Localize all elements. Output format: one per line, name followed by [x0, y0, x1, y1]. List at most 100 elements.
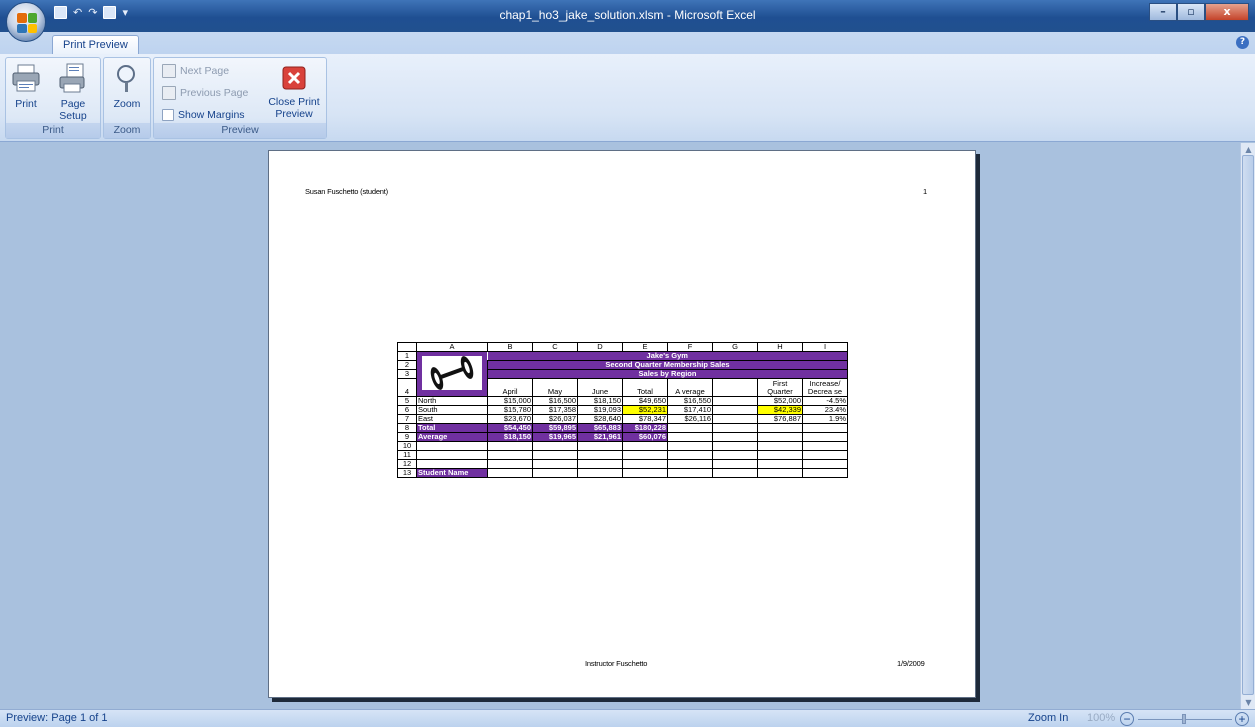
empty-cell [487, 468, 533, 478]
empty-cell [712, 378, 758, 397]
empty-cell [757, 441, 803, 451]
header-cell: First Quarter [757, 378, 803, 397]
close-print-preview-button[interactable]: Close Print Preview [264, 66, 324, 120]
average-cell: $19,965 [532, 432, 578, 442]
empty-cell [712, 468, 758, 478]
zoom-in-icon[interactable]: + [1235, 712, 1249, 726]
zoom-out-icon[interactable]: − [1120, 712, 1134, 726]
close-preview-label-line1: Close Print [268, 96, 320, 108]
page-setup-button[interactable]: Page Setup [52, 62, 94, 122]
maximize-button[interactable]: ▫ [1177, 3, 1205, 21]
zoom-button[interactable]: Zoom [110, 62, 144, 110]
data-cell: -4.5% [802, 396, 848, 406]
close-button[interactable]: x [1205, 3, 1249, 21]
sheet-subtitle-2: Sales by Region [487, 369, 848, 379]
magnifier-icon [111, 62, 143, 94]
row-number: 11 [397, 450, 417, 460]
empty-cell [757, 450, 803, 460]
worksheet-table: A B C D E F G H I 1 Jake's Gym 2 Second … [397, 342, 848, 478]
empty-cell [416, 450, 488, 460]
dumbbell-logo-icon [422, 356, 482, 390]
help-icon[interactable]: ? [1236, 36, 1249, 49]
header-cell: Increase/Decrea se [802, 378, 848, 397]
scroll-thumb[interactable] [1242, 155, 1254, 695]
table-row: 7 East $23,670 $26,037 $28,640 $78,347 $… [397, 414, 848, 424]
next-page-icon [162, 64, 176, 78]
scroll-down-icon[interactable]: ▼ [1244, 698, 1253, 707]
title-bar: ↶ ↷ ▾ chap1_ho3_jake_solution.xlsm - Mic… [0, 0, 1255, 32]
empty-cell [712, 414, 758, 424]
empty-cell [802, 432, 848, 442]
page-header-left: Susan Fuschetto (student) [305, 187, 388, 196]
data-cell: $26,037 [532, 414, 578, 424]
empty-cell [712, 405, 758, 415]
empty-cell [577, 459, 623, 469]
empty-cell [757, 432, 803, 442]
table-row: 10 [397, 441, 848, 451]
empty-cell [712, 459, 758, 469]
print-group-label: Print [6, 123, 100, 138]
data-cell: $18,150 [577, 396, 623, 406]
close-preview-icon [282, 66, 306, 90]
table-row: 13 Student Name [397, 468, 848, 478]
office-button[interactable] [6, 2, 46, 42]
next-page-label: Next Page [180, 65, 230, 77]
window-controls: – ▫ x [1149, 3, 1249, 21]
empty-cell [802, 450, 848, 460]
page-setup-icon [57, 62, 89, 94]
ribbon-tab-row: Print Preview [0, 32, 1255, 55]
table-row: 12 [397, 459, 848, 469]
table-row: 8 Total $54,450 $59,895 $65,883 $180,228 [397, 423, 848, 433]
zoom-slider-thumb[interactable] [1182, 714, 1186, 724]
previous-page-icon [162, 86, 176, 100]
sheet-subtitle: Second Quarter Membership Sales [487, 360, 848, 370]
column-header: D [577, 342, 623, 352]
region-cell: East [416, 414, 488, 424]
row-number: 8 [397, 423, 417, 433]
window-title: chap1_ho3_jake_solution.xlsm - Microsoft… [499, 8, 756, 22]
empty-cell [802, 441, 848, 451]
table-row: 11 [397, 450, 848, 460]
row-number: 1 [397, 351, 417, 361]
empty-cell [667, 432, 713, 442]
column-header: B [487, 342, 533, 352]
print-button[interactable]: Print [10, 62, 42, 110]
empty-cell [712, 450, 758, 460]
data-cell: $49,650 [622, 396, 668, 406]
empty-cell [667, 468, 713, 478]
total-cell: $180,228 [622, 423, 668, 433]
empty-cell [712, 441, 758, 451]
page-setup-label-line2: Setup [59, 110, 87, 122]
table-row: 5 North $15,000 $16,500 $18,150 $49,650 … [397, 396, 848, 406]
empty-cell [802, 423, 848, 433]
data-cell: $17,358 [532, 405, 578, 415]
row-number: 13 [397, 468, 417, 478]
next-page-button[interactable]: Next Page [162, 62, 229, 80]
data-cell: 23.4% [802, 405, 848, 415]
scroll-up-icon[interactable]: ▲ [1244, 145, 1253, 154]
empty-cell [802, 459, 848, 469]
header-cell: A verage [667, 378, 713, 397]
minimize-button[interactable]: – [1149, 3, 1177, 21]
average-label-cell: Average [416, 432, 488, 442]
row-number: 2 [397, 360, 417, 370]
show-margins-checkbox[interactable]: Show Margins [162, 106, 245, 124]
preview-group: Next Page Previous Page Show Margins Clo… [153, 57, 327, 139]
previous-page-button[interactable]: Previous Page [162, 84, 248, 102]
vertical-scrollbar[interactable]: ▲ ▼ [1240, 143, 1255, 709]
column-header: G [712, 342, 758, 352]
column-header: F [667, 342, 713, 352]
tab-print-preview[interactable]: Print Preview [52, 35, 139, 55]
page-header-right: 1 [923, 187, 927, 196]
data-cell: $16,550 [667, 396, 713, 406]
previous-page-label: Previous Page [180, 87, 249, 99]
column-header: E [622, 342, 668, 352]
header-cell: April [487, 378, 533, 397]
ribbon: Print Page Setup Print Zoom Zoom Next Pa… [0, 54, 1255, 142]
empty-cell [416, 441, 488, 451]
data-cell: $17,410 [667, 405, 713, 415]
zoom-in-label[interactable]: Zoom In [1028, 712, 1068, 724]
empty-cell [712, 423, 758, 433]
zoom-level[interactable]: 100% [1087, 712, 1115, 724]
table-row: 9 Average $18,150 $19,965 $21,961 $60,07… [397, 432, 848, 442]
